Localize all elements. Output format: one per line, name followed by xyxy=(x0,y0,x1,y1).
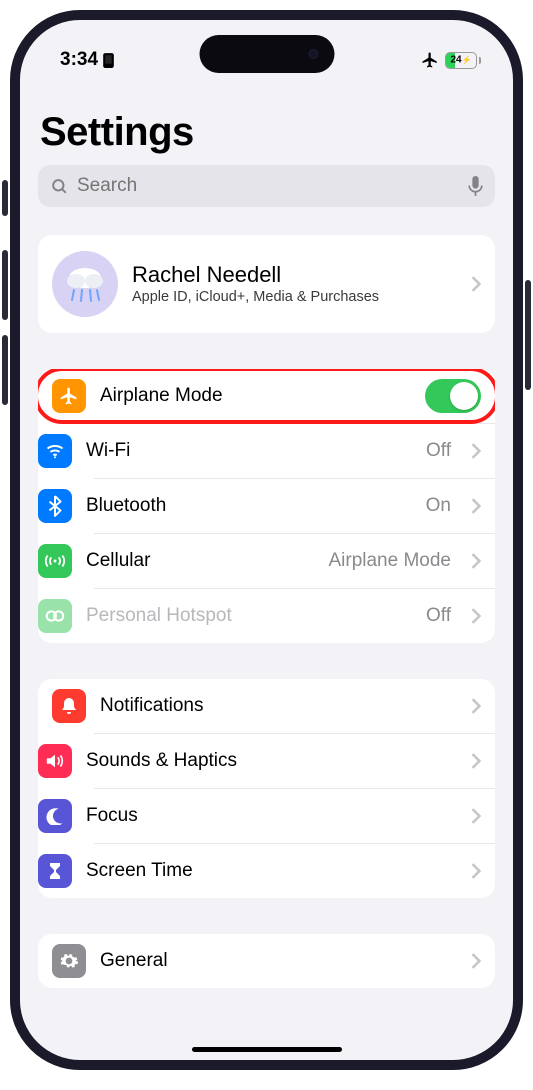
wifi-icon xyxy=(38,434,72,468)
hotspot-icon xyxy=(38,599,72,633)
phone-frame: 3:34 24⚡ Settings xyxy=(10,10,523,1070)
row-personal-hotspot: Personal Hotspot Off xyxy=(94,588,495,643)
search-input[interactable] xyxy=(77,175,460,197)
search-icon xyxy=(50,177,69,196)
mic-icon[interactable] xyxy=(468,176,483,197)
chevron-right-icon xyxy=(471,276,481,292)
row-label: Airplane Mode xyxy=(100,385,411,407)
row-general[interactable]: General xyxy=(38,934,495,988)
row-value: Off xyxy=(426,605,451,627)
portrait-lock-icon xyxy=(102,52,115,69)
chevron-right-icon xyxy=(471,443,481,459)
battery-indicator: 24⚡ xyxy=(445,52,481,69)
row-notifications[interactable]: Notifications xyxy=(38,679,495,733)
profile-card[interactable]: Rachel Needell Apple ID, iCloud+, Media … xyxy=(38,235,495,333)
row-value: On xyxy=(426,495,451,517)
profile-name: Rachel Needell xyxy=(132,262,451,288)
chevron-right-icon xyxy=(471,498,481,514)
home-indicator[interactable] xyxy=(192,1047,342,1052)
status-time: 3:34 xyxy=(60,49,98,71)
row-label: Wi-Fi xyxy=(86,440,412,462)
chevron-right-icon xyxy=(471,553,481,569)
gear-icon xyxy=(52,944,86,978)
page-title: Settings xyxy=(40,110,493,155)
dynamic-island xyxy=(199,35,334,73)
row-cellular[interactable]: Cellular Airplane Mode xyxy=(94,533,495,588)
chevron-right-icon xyxy=(471,863,481,879)
chevron-right-icon xyxy=(471,753,481,769)
avatar xyxy=(52,251,118,317)
row-label: Screen Time xyxy=(86,860,451,882)
speaker-icon xyxy=(38,744,72,778)
general-group: General xyxy=(38,934,495,988)
bell-icon xyxy=(52,689,86,723)
row-label: Notifications xyxy=(100,695,451,717)
chevron-right-icon xyxy=(471,953,481,969)
connectivity-group: Airplane Mode Wi-Fi Off Bluetooth On xyxy=(38,369,495,643)
airplane-icon xyxy=(421,51,439,69)
airplane-toggle[interactable] xyxy=(425,379,481,413)
row-sounds-haptics[interactable]: Sounds & Haptics xyxy=(94,733,495,788)
row-label: Personal Hotspot xyxy=(86,605,412,627)
bluetooth-icon xyxy=(38,489,72,523)
hourglass-icon xyxy=(38,854,72,888)
airplane-icon xyxy=(52,379,86,413)
row-airplane-mode[interactable]: Airplane Mode xyxy=(38,369,495,423)
row-screen-time[interactable]: Screen Time xyxy=(94,843,495,898)
row-value: Airplane Mode xyxy=(328,550,451,572)
row-value: Off xyxy=(426,440,451,462)
row-label: Focus xyxy=(86,805,451,827)
row-label: Cellular xyxy=(86,550,314,572)
alerts-group: Notifications Sounds & Haptics Focus xyxy=(38,679,495,898)
profile-subtitle: Apple ID, iCloud+, Media & Purchases xyxy=(132,288,451,307)
cellular-icon xyxy=(38,544,72,578)
chevron-right-icon xyxy=(471,808,481,824)
row-label: General xyxy=(100,950,451,972)
row-label: Sounds & Haptics xyxy=(86,750,451,772)
chevron-right-icon xyxy=(471,698,481,714)
moon-icon xyxy=(38,799,72,833)
row-focus[interactable]: Focus xyxy=(94,788,495,843)
search-field[interactable] xyxy=(38,165,495,207)
row-bluetooth[interactable]: Bluetooth On xyxy=(94,478,495,533)
row-label: Bluetooth xyxy=(86,495,412,517)
row-wifi[interactable]: Wi-Fi Off xyxy=(94,423,495,478)
chevron-right-icon xyxy=(471,608,481,624)
